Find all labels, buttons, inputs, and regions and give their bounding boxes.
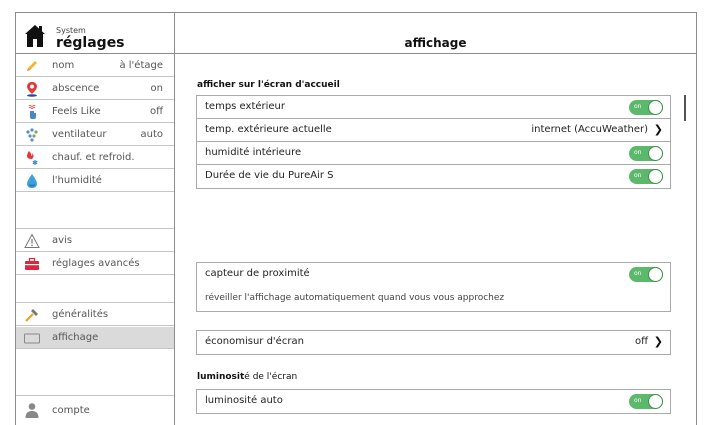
sidebar-item-label: ventilateur bbox=[52, 129, 107, 140]
sidebar-header[interactable]: System réglages bbox=[16, 13, 174, 54]
user-icon bbox=[25, 403, 39, 418]
toggle-knob bbox=[648, 267, 663, 282]
sidebar-item-label: abscence bbox=[52, 83, 100, 94]
setting-value: off bbox=[634, 336, 648, 347]
screensaver-group: économisur d'écran off ❯ bbox=[196, 330, 671, 355]
page-title: affichage bbox=[175, 13, 696, 54]
proximity-sensor-toggle[interactable]: on bbox=[629, 267, 663, 282]
proximity-sensor-group: capteur de proximité on réveiller l'affi… bbox=[196, 262, 671, 312]
setting-label: temps extérieur bbox=[205, 101, 286, 112]
system-label: System bbox=[56, 26, 86, 35]
brightness-title-bold: luminosit bbox=[197, 372, 245, 382]
sidebar-item-chauf-refroid[interactable]: chauf. et refroid. bbox=[16, 147, 174, 169]
toggle-state-label: on bbox=[634, 270, 642, 277]
sidebar-item-label: nom bbox=[52, 60, 75, 71]
setting-label: luminosité auto bbox=[205, 395, 283, 406]
setting-value: internet (AccuWeather) bbox=[531, 124, 648, 135]
proximity-sensor-description: réveiller l'affichage automatiquement qu… bbox=[205, 293, 505, 303]
display-icon bbox=[24, 333, 40, 344]
toggle-knob bbox=[648, 394, 663, 409]
setting-row-proximity-sensor[interactable]: capteur de proximité on bbox=[197, 263, 670, 286]
tools-icon bbox=[25, 309, 38, 322]
sidebar-item-value: on bbox=[150, 83, 163, 94]
fan-icon bbox=[26, 128, 38, 142]
sidebar-item-reglages-avances[interactable]: réglages avancés bbox=[16, 253, 174, 275]
home-icon bbox=[25, 25, 45, 47]
sidebar-spacer bbox=[16, 350, 174, 396]
sidebar-item-label: chauf. et refroid. bbox=[52, 152, 135, 163]
indoor-humidity-toggle[interactable]: on bbox=[629, 146, 663, 161]
chevron-right-icon: ❯ bbox=[653, 123, 663, 136]
setting-label: Durée de vie du PureAir S bbox=[205, 170, 334, 181]
sidebar-item-absence[interactable]: abscence on bbox=[16, 78, 174, 100]
setting-row-outdoor-weather[interactable]: temps extérieur on bbox=[197, 96, 670, 119]
sidebar-item-label: compte bbox=[52, 405, 90, 416]
brightness-section-title: luminosité de l'écran bbox=[197, 372, 297, 382]
sidebar-item-label: Feels Like bbox=[52, 106, 101, 117]
auto-brightness-toggle[interactable]: on bbox=[629, 394, 663, 409]
brightness-title-rest: é de l'écran bbox=[244, 372, 298, 382]
toggle-state-label: on bbox=[634, 103, 642, 110]
setting-row-screensaver[interactable]: économisur d'écran off ❯ bbox=[197, 331, 670, 354]
brightness-group: luminosité auto on bbox=[196, 389, 671, 414]
sidebar-item-value: à l'étage bbox=[119, 60, 163, 71]
hand-heat-icon bbox=[28, 105, 36, 119]
main-panel: affichage afficher sur l'écran d'accueil… bbox=[175, 13, 696, 425]
setting-row-pureair-lifetime[interactable]: Durée de vie du PureAir S on bbox=[197, 165, 670, 188]
toggle-state-label: on bbox=[634, 397, 642, 404]
home-screen-section-title: afficher sur l'écran d'accueil bbox=[197, 80, 340, 90]
pureair-lifetime-toggle[interactable]: on bbox=[629, 169, 663, 184]
toggle-state-label: on bbox=[634, 172, 642, 179]
setting-label: capteur de proximité bbox=[205, 268, 310, 279]
water-drop-icon bbox=[27, 174, 37, 188]
warning-icon bbox=[24, 233, 40, 248]
sidebar-item-avis[interactable]: avis bbox=[16, 230, 174, 252]
setting-row-current-outdoor-temp[interactable]: temp. extérieure actuelle internet (Accu… bbox=[197, 119, 670, 142]
setting-label: économisur d'écran bbox=[205, 336, 304, 347]
chevron-right-icon: ❯ bbox=[653, 335, 663, 348]
sidebar-item-compte[interactable]: compte bbox=[16, 397, 174, 425]
home-screen-settings-group: temps extérieur on temp. extérieure actu… bbox=[196, 95, 671, 189]
sidebar-item-generalites[interactable]: généralités bbox=[16, 304, 174, 326]
sidebar-item-label: affichage bbox=[52, 332, 99, 343]
toggle-state-label: on bbox=[634, 149, 642, 156]
scrollbar[interactable] bbox=[684, 95, 686, 121]
setting-row-auto-brightness[interactable]: luminosité auto on bbox=[197, 390, 670, 413]
setting-label: temp. extérieure actuelle bbox=[205, 124, 332, 135]
sidebar-item-nom[interactable]: nom à l'étage bbox=[16, 55, 174, 77]
pencil-icon bbox=[27, 61, 37, 71]
sidebar-item-humidite[interactable]: l'humidité bbox=[16, 170, 174, 192]
sidebar: System réglages nom à l'étage abscence o… bbox=[16, 13, 175, 425]
sidebar-item-label: réglages avancés bbox=[52, 258, 140, 269]
outdoor-weather-toggle[interactable]: on bbox=[629, 100, 663, 115]
sidebar-item-affichage[interactable]: affichage bbox=[16, 327, 174, 349]
flame-snowflake-icon bbox=[27, 151, 38, 165]
setting-label: humidité intérieure bbox=[205, 147, 302, 158]
sidebar-item-label: l'humidité bbox=[52, 175, 102, 186]
sidebar-item-value: auto bbox=[140, 129, 163, 140]
sidebar-spacer bbox=[16, 276, 174, 303]
sidebar-spacer bbox=[16, 193, 174, 229]
toggle-knob bbox=[648, 169, 663, 184]
sidebar-item-label: généralités bbox=[52, 309, 109, 320]
toolbox-icon bbox=[25, 257, 39, 270]
sidebar-item-value: off bbox=[149, 106, 163, 117]
sidebar-item-ventilateur[interactable]: ventilateur auto bbox=[16, 124, 174, 146]
sidebar-item-feels-like[interactable]: Feels Like off bbox=[16, 101, 174, 123]
sidebar-item-label: avis bbox=[52, 235, 73, 246]
settings-title: réglages bbox=[56, 35, 125, 51]
setting-row-indoor-humidity[interactable]: humidité intérieure on bbox=[197, 142, 670, 165]
toggle-knob bbox=[648, 100, 663, 115]
location-pin-icon bbox=[27, 82, 37, 97]
app-frame: System réglages nom à l'étage abscence o… bbox=[15, 12, 697, 425]
toggle-knob bbox=[648, 146, 663, 161]
